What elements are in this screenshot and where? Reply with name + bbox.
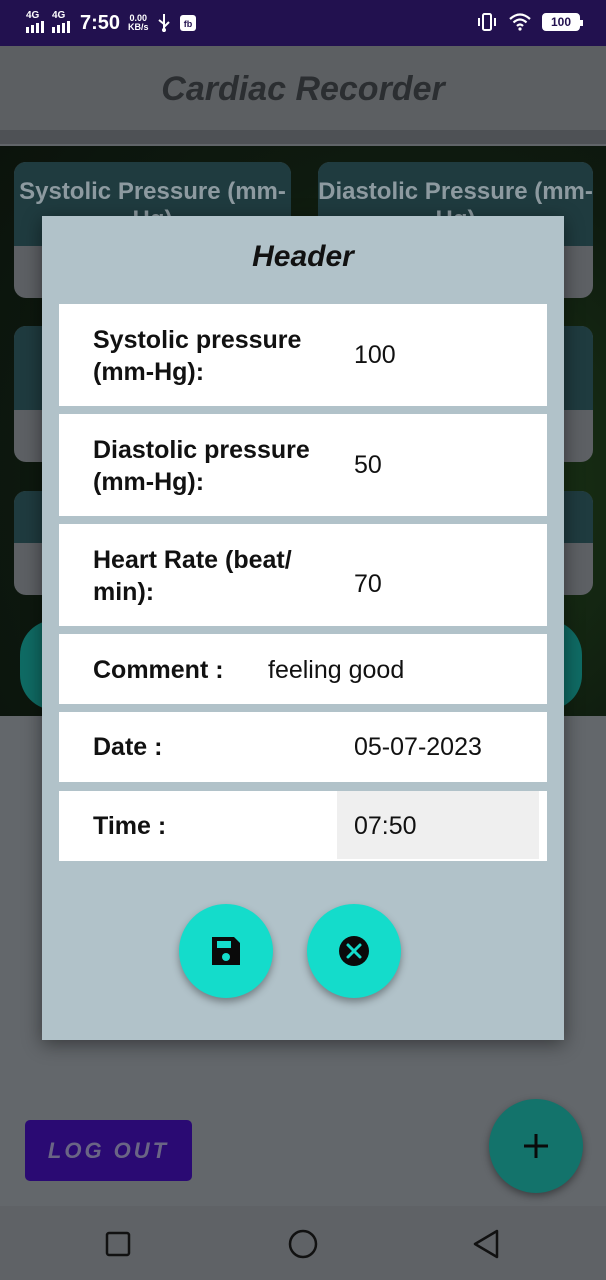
- wifi-icon: [509, 13, 531, 31]
- app-bar-divider: [0, 130, 606, 144]
- time-value[interactable]: 07:50: [354, 810, 417, 842]
- diastolic-value: 50: [354, 451, 382, 479]
- cancel-button[interactable]: [307, 904, 401, 998]
- app-notification-icon: fb: [179, 15, 196, 31]
- date-label: Date :: [93, 733, 163, 761]
- circle-icon: [288, 1229, 318, 1259]
- status-bar: 4G 4G 7:50 0.00 KB/s fb 100: [0, 0, 606, 46]
- record-dialog: Header Systolic pressure (mm-Hg): 100 Di…: [42, 216, 564, 1040]
- date-value[interactable]: 05-07-2023: [354, 731, 482, 763]
- comment-value: feeling good: [268, 656, 405, 684]
- date-row[interactable]: Date : 05-07-2023: [59, 712, 547, 782]
- recents-button[interactable]: [98, 1224, 138, 1264]
- add-record-button[interactable]: [489, 1099, 583, 1193]
- cancel-icon: [339, 936, 369, 966]
- signal-icon-1: 4G: [26, 10, 44, 33]
- app-title: Cardiac Recorder: [161, 70, 445, 108]
- save-button[interactable]: [179, 904, 273, 998]
- svg-text:fb: fb: [183, 19, 192, 29]
- battery-indicator: 100: [542, 13, 583, 31]
- dialog-title: Header: [252, 240, 354, 273]
- time-row: Time : 07:50: [59, 791, 547, 861]
- logout-button[interactable]: LOG OUT: [25, 1120, 192, 1181]
- vibrate-icon: [478, 13, 496, 31]
- comment-label: Comment :: [93, 656, 224, 684]
- signal-icon-2: 4G: [52, 10, 70, 33]
- status-time: 7:50: [80, 11, 121, 34]
- back-triangle-icon: [473, 1229, 499, 1259]
- heart-rate-label: Heart Rate (beat/ min):: [93, 546, 292, 606]
- save-icon: [212, 937, 240, 965]
- diastolic-label: Diastolic pressure (mm-Hg):: [93, 436, 310, 496]
- usb-icon: [157, 14, 170, 32]
- network-speed: 0.00 KB/s: [128, 13, 149, 32]
- heart-rate-row: Heart Rate (beat/ min): 70: [59, 524, 547, 626]
- home-button[interactable]: [283, 1224, 323, 1264]
- systolic-label: Systolic pressure (mm-Hg):: [93, 326, 302, 386]
- back-button[interactable]: [466, 1224, 506, 1264]
- app-bar: Cardiac Recorder: [0, 46, 606, 132]
- comment-row: Comment : feeling good: [59, 634, 547, 704]
- plus-icon: [524, 1134, 548, 1158]
- systolic-row: Systolic pressure (mm-Hg): 100: [59, 304, 547, 406]
- time-label: Time :: [93, 812, 167, 840]
- square-icon: [105, 1231, 131, 1257]
- heart-rate-value: 70: [354, 570, 382, 598]
- system-nav-bar: [0, 1206, 606, 1280]
- diastolic-row: Diastolic pressure (mm-Hg): 50: [59, 414, 547, 516]
- systolic-value: 100: [354, 341, 396, 369]
